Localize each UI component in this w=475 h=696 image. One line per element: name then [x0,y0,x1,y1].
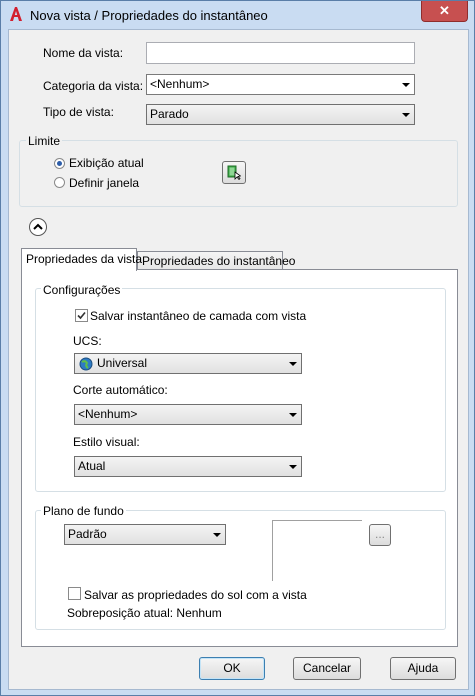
background-browse-button[interactable]: ... [369,524,391,546]
chevron-down-icon [289,413,297,417]
background-value: Padrão [68,527,107,541]
chevron-down-icon [213,533,221,537]
background-preview [272,520,362,581]
tab-snapshot-properties[interactable]: Propriedades do instantâneo [137,251,295,270]
globe-icon [79,357,93,371]
visual-style-label: Estilo visual: [73,435,140,449]
cancel-button[interactable]: Cancelar [293,657,361,680]
live-section-dropdown[interactable]: <Nenhum> [74,404,302,425]
current-override-label: Sobreposição atual: Nenhum [67,606,222,620]
view-type-value: Parado [150,107,189,121]
checkmark-icon [77,311,86,320]
define-window-radio[interactable] [54,177,65,188]
title-bar[interactable]: Nova vista / Propriedades do instantâneo… [1,1,474,29]
view-type-dropdown[interactable]: Parado [146,104,415,125]
ucs-label: UCS: [73,334,102,348]
ok-button[interactable]: OK [199,657,265,680]
window-title: Nova vista / Propriedades do instantâneo [30,8,268,23]
settings-group-title: Configurações [41,283,123,297]
define-window-button[interactable] [222,161,246,184]
live-section-value: <Nenhum> [78,407,138,421]
ucs-dropdown[interactable]: Universal [74,353,302,374]
pick-window-icon [227,165,242,181]
boundary-group-title: Limite [26,134,63,148]
save-sun-checkbox[interactable] [68,587,81,600]
collapse-button[interactable] [29,218,47,236]
view-name-label: Nome da vista: [43,46,124,60]
save-layer-snapshot-checkbox[interactable] [75,309,88,322]
view-name-input[interactable] [146,42,415,64]
chevron-down-icon [289,465,297,469]
autocad-logo-icon [10,7,22,21]
chevron-down-icon [402,113,410,117]
live-section-label: Corte automático: [73,383,168,397]
background-dropdown[interactable]: Padrão [64,524,226,545]
view-category-combobox[interactable]: <Nenhum> [146,74,415,95]
background-group-title: Plano de fundo [41,504,126,518]
view-type-label: Tipo de vista: [43,105,114,119]
define-window-label[interactable]: Definir janela [69,176,139,190]
view-category-label: Categoria da vista: [43,79,144,93]
dialog-client-area: Nome da vista: Categoria da vista: <Nenh… [8,29,469,690]
close-button[interactable]: ✕ [421,1,468,22]
chevron-down-icon [289,362,297,366]
dialog-window: Nova vista / Propriedades do instantâneo… [0,0,475,696]
view-category-value: <Nenhum> [150,77,210,91]
tab-view-properties[interactable]: Propriedades da vista [21,248,142,271]
current-display-radio[interactable] [54,158,65,169]
chevron-down-icon [402,83,410,87]
save-sun-label[interactable]: Salvar as propriedades do sol com a vist… [84,588,307,602]
current-display-label[interactable]: Exibição atual [69,156,144,170]
chevron-up-icon [33,223,43,230]
save-layer-snapshot-label[interactable]: Salvar instantâneo de camada com vista [90,309,306,323]
help-button[interactable]: Ajuda [390,657,456,680]
ucs-value: Universal [97,356,148,370]
visual-style-value: Atual [78,459,106,473]
visual-style-dropdown[interactable]: Atual [74,456,302,477]
